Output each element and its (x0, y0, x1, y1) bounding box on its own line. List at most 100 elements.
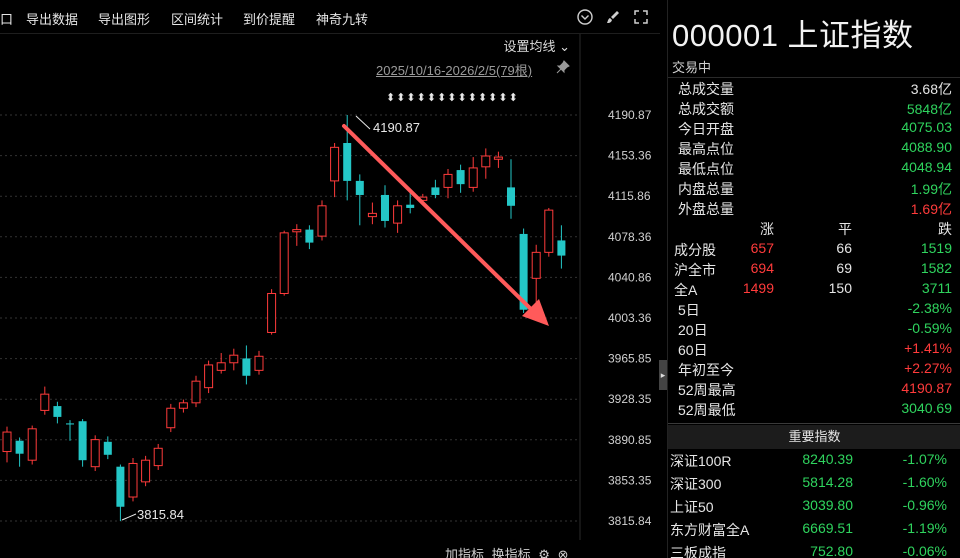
candle-down[interactable] (53, 401, 62, 424)
index-row[interactable]: 三板成指 752.80 -0.06% (668, 543, 960, 558)
index-change: -1.07% (902, 451, 947, 467)
high-annotation: 4190.87 (373, 120, 420, 135)
index-change: -0.06% (902, 543, 947, 558)
candle-up[interactable] (141, 455, 151, 487)
breadth-header: 涨平跌 (674, 219, 952, 239)
stat-row: 总成交额 5848亿 (678, 99, 952, 119)
high-annotation-pointer (355, 115, 371, 130)
candle-down[interactable] (381, 185, 389, 228)
perf-label: 52周最低 (678, 402, 736, 418)
stat-value: 5848亿 (906, 101, 952, 117)
candle-up[interactable] (166, 403, 176, 433)
perf-value: -2.38% (907, 300, 952, 316)
kline-chart-panel[interactable]: 口 导出数据 导出图形 区间统计 到价提醒 神奇九转 设置均线 ⌄ 2025/1… (0, 0, 660, 558)
candlestick-chart[interactable]: 4190.87 4153.36 4115.86 4078.36 4040.86 4003.… (0, 0, 660, 558)
index-change: -1.19% (902, 520, 947, 536)
breadth-label: 全A (674, 282, 698, 298)
gear-icon[interactable]: ⚙ (538, 547, 550, 558)
y-tick-label: 4003.36 (608, 311, 652, 325)
candle-down[interactable] (431, 179, 440, 199)
candle-up[interactable] (191, 375, 201, 408)
perf-row: 60日 +1.41% (678, 340, 952, 360)
switch-indicator-button[interactable]: 换指标 (492, 547, 531, 558)
breadth-up: 1499 (742, 280, 774, 296)
candle-up[interactable] (128, 458, 138, 502)
stat-value: 4048.94 (901, 159, 952, 175)
close-icon[interactable]: ⊗ (558, 547, 569, 558)
stat-label: 今日开盘 (678, 121, 734, 137)
index-change: -1.60% (902, 474, 947, 490)
stat-label: 最高点位 (678, 141, 734, 157)
stat-value: 1.69亿 (910, 201, 952, 217)
candle-up[interactable] (443, 168, 453, 199)
index-row[interactable]: 上证50 3039.80 -0.96% (668, 497, 960, 519)
y-tick-label: 3853.35 (608, 473, 652, 487)
breadth-header-cell: 跌 (938, 221, 952, 237)
candle-up[interactable] (27, 425, 37, 465)
candle-down[interactable] (242, 345, 251, 385)
stat-label: 总成交额 (678, 101, 734, 117)
breadth-flat: 69 (836, 260, 852, 276)
index-name: 上证50 (670, 499, 714, 515)
candle-down[interactable] (557, 225, 566, 269)
index-row[interactable]: 深证300 5814.28 -1.60% (668, 474, 960, 496)
candle-down[interactable] (507, 159, 515, 219)
breadth-flat: 66 (836, 240, 852, 256)
trade-status: 交易中 (672, 60, 712, 75)
candle-down[interactable] (78, 419, 87, 467)
candle-up[interactable] (178, 399, 188, 413)
perf-value: 3040.69 (901, 400, 952, 416)
candle-down[interactable] (355, 174, 364, 226)
candle-up[interactable] (317, 200, 327, 241)
y-tick-label: 4190.87 (608, 108, 652, 122)
breadth-up: 657 (750, 240, 774, 256)
stock-title: 000001 上证指数 (672, 18, 914, 53)
perf-value: +2.27% (904, 360, 952, 376)
y-tick-label: 4115.86 (608, 189, 651, 203)
divider (668, 77, 960, 78)
candle-down[interactable] (305, 225, 314, 250)
index-row[interactable]: 深证100R 8240.39 -1.07% (668, 451, 960, 473)
candle-up[interactable] (393, 200, 403, 233)
chart-grid (0, 34, 581, 540)
candle-down[interactable] (66, 420, 74, 441)
candle-up[interactable] (229, 348, 239, 371)
candle-down[interactable] (15, 437, 24, 467)
stat-value: 4075.03 (901, 119, 952, 135)
y-tick-label: 3928.35 (608, 392, 652, 406)
divider (668, 423, 960, 424)
stat-row: 总成交量 3.68亿 (678, 79, 952, 99)
perf-label: 5日 (678, 302, 700, 318)
breadth-row: 成分股 657 66 1519 (674, 240, 952, 260)
index-row[interactable]: 东方财富全A 6669.51 -1.19% (668, 520, 960, 542)
candle-up[interactable] (153, 443, 163, 470)
candle-up[interactable] (330, 143, 340, 198)
perf-row: 52周最高 4190.87 (678, 380, 952, 400)
candle-down[interactable] (116, 464, 125, 521)
index-name: 三板成指 (670, 545, 726, 558)
candle-up[interactable] (292, 224, 302, 246)
candle-up[interactable] (254, 350, 264, 375)
candle-up[interactable] (544, 207, 554, 257)
perf-row: 52周最低 3040.69 (678, 400, 952, 420)
candle-up[interactable] (267, 289, 277, 335)
candle-up[interactable] (216, 353, 226, 374)
stat-label: 总成交量 (678, 81, 734, 97)
breadth-down: 3711 (921, 280, 952, 296)
candle-up[interactable] (204, 360, 214, 394)
candle-up[interactable] (279, 230, 289, 296)
candle-down[interactable] (456, 164, 465, 193)
candle-up[interactable] (481, 148, 491, 179)
panel-collapse-handle[interactable]: ▸ (659, 360, 667, 390)
candle-up[interactable] (40, 386, 50, 415)
index-change: -0.96% (902, 497, 947, 513)
candle-up[interactable] (468, 157, 478, 192)
add-indicator-button[interactable]: 加指标 (445, 547, 484, 558)
candle-up[interactable] (2, 426, 12, 463)
candle-up[interactable] (90, 435, 100, 472)
chevron-right-icon: ▸ (660, 370, 666, 380)
perf-label: 年初至今 (678, 362, 734, 378)
candle-up[interactable] (367, 202, 377, 225)
candle-up[interactable] (493, 151, 503, 168)
stat-label: 内盘总量 (678, 181, 734, 197)
